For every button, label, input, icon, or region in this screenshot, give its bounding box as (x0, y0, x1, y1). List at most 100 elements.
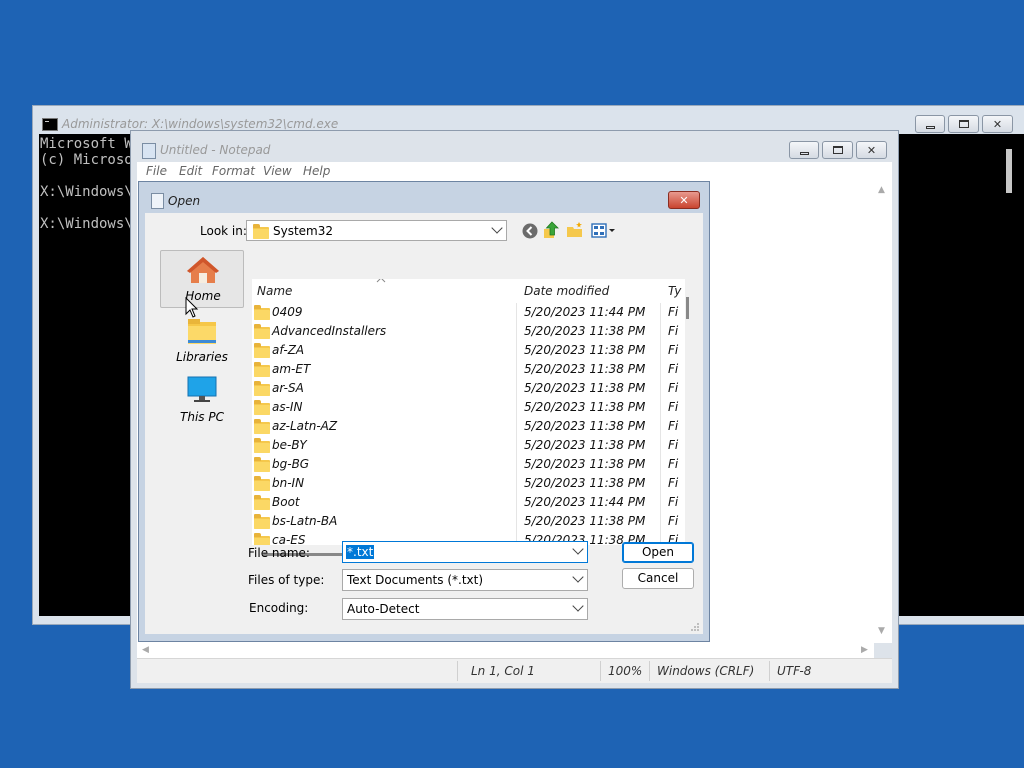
encoding-select[interactable]: Auto-Detect (342, 598, 588, 620)
place-this-pc-label: This PC (180, 410, 224, 424)
file-date-cell: 5/20/2023 11:38 PM (524, 457, 646, 471)
console-line: X:\Windows\S (40, 216, 142, 232)
look-in-combo[interactable]: System32 (246, 220, 507, 241)
file-list-row[interactable]: bs-Latn-BA 5/20/2023 11:38 PM Fi (252, 512, 685, 531)
file-date-cell: 5/20/2023 11:38 PM (524, 343, 646, 357)
new-folder-icon[interactable] (566, 221, 584, 239)
folder-icon (254, 324, 270, 339)
file-list-row[interactable]: Boot 5/20/2023 11:44 PM Fi (252, 493, 685, 512)
menu-file[interactable]: File (146, 164, 167, 178)
cmd-scrollbar-thumb[interactable] (1006, 149, 1012, 193)
file-list-row[interactable]: bn-IN 5/20/2023 11:38 PM Fi (252, 474, 685, 493)
file-type-select[interactable]: Text Documents (*.txt) (342, 569, 588, 591)
file-name-cell: be-BY (272, 438, 307, 452)
file-list-row[interactable]: ar-SA 5/20/2023 11:38 PM Fi (252, 379, 685, 398)
place-home-label: Home (185, 289, 221, 303)
file-type-cell: Fi (668, 495, 679, 509)
file-name-cell: bs-Latn-BA (272, 514, 338, 528)
notepad-minimize-button[interactable] (789, 141, 819, 159)
close-icon: ✕ (679, 193, 689, 207)
cancel-button[interactable]: Cancel (622, 568, 694, 589)
cmd-close-button[interactable]: ✕ (982, 115, 1013, 133)
column-date-modified[interactable]: Date modified (524, 284, 609, 298)
file-type-cell: Fi (668, 419, 679, 433)
menu-view[interactable]: View (263, 164, 292, 178)
file-name-cell: bn-IN (272, 476, 305, 490)
file-list[interactable]: Name Date modified Ty 0409 5/20/2023 11:4… (252, 279, 685, 545)
look-in-label: Look in: (200, 224, 247, 238)
file-list-row[interactable]: az-Latn-AZ 5/20/2023 11:38 PM Fi (252, 417, 685, 436)
file-name-cell: AdvancedInstallers (272, 324, 387, 338)
file-type-cell: Fi (668, 343, 679, 357)
file-name-input[interactable]: *.txt (342, 541, 588, 563)
cmd-maximize-button[interactable] (948, 115, 979, 133)
menu-help[interactable]: Help (303, 164, 330, 178)
chevron-down-icon (572, 571, 584, 583)
file-type-cell: Fi (668, 381, 679, 395)
mouse-cursor-icon (185, 297, 199, 318)
scroll-right-icon[interactable]: ▶ (861, 645, 868, 655)
close-icon: ✕ (866, 143, 877, 157)
notepad-maximize-button[interactable] (822, 141, 853, 159)
place-this-pc[interactable]: This PC (160, 375, 244, 425)
file-type-cell: Fi (668, 476, 679, 490)
file-name-value: *.txt (346, 545, 375, 559)
folder-icon (254, 305, 270, 320)
scroll-down-icon[interactable]: ▼ (878, 626, 885, 636)
cmd-minimize-button[interactable] (915, 115, 945, 133)
file-name-cell: 0409 (272, 305, 303, 319)
folder-icon (254, 362, 270, 377)
encoding-value: Auto-Detect (347, 602, 420, 616)
file-type-cell: Fi (668, 305, 679, 319)
close-icon: ✕ (992, 117, 1003, 131)
file-type-cell: Fi (668, 362, 679, 376)
file-list-row[interactable]: as-IN 5/20/2023 11:38 PM Fi (252, 398, 685, 417)
scroll-left-icon[interactable]: ◀ (142, 645, 149, 655)
column-name[interactable]: Name (257, 284, 292, 298)
back-icon[interactable] (521, 222, 539, 240)
open-dialog: Open ✕ Look in: System32 Home Libraries … (138, 181, 710, 642)
up-folder-icon[interactable] (543, 221, 561, 239)
file-name-cell: am-ET (272, 362, 311, 376)
file-date-cell: 5/20/2023 11:44 PM (524, 305, 646, 319)
home-icon (187, 257, 219, 283)
file-list-row[interactable]: AdvancedInstallers 5/20/2023 11:38 PM Fi (252, 322, 685, 341)
file-list-row[interactable]: af-ZA 5/20/2023 11:38 PM Fi (252, 341, 685, 360)
view-menu-icon[interactable] (591, 222, 617, 240)
folder-icon (254, 533, 270, 545)
place-home[interactable]: Home (160, 250, 244, 308)
file-type-cell: Fi (668, 438, 679, 452)
file-type-cell: Fi (668, 457, 679, 471)
file-date-cell: 5/20/2023 11:38 PM (524, 419, 646, 433)
notepad-horizontal-scrollbar[interactable]: ◀ ▶ (137, 643, 874, 658)
menu-format[interactable]: Format (212, 164, 255, 178)
computer-icon (187, 376, 217, 402)
cmd-title: Administrator: X:\windows\system32\cmd.e… (62, 117, 339, 131)
dialog-close-button[interactable]: ✕ (668, 191, 700, 209)
file-list-row[interactable]: bg-BG 5/20/2023 11:38 PM Fi (252, 455, 685, 474)
open-button[interactable]: Open (622, 542, 694, 563)
file-name-cell: as-IN (272, 400, 303, 414)
menu-edit[interactable]: Edit (179, 164, 202, 178)
scroll-up-icon[interactable]: ▲ (878, 185, 885, 195)
place-libraries[interactable]: Libraries (160, 316, 244, 366)
chevron-down-icon[interactable] (572, 543, 584, 555)
folder-icon (254, 400, 270, 415)
status-encoding: UTF-8 (777, 664, 812, 678)
file-type-cell: Fi (668, 514, 679, 528)
file-name-cell: ca-ES (272, 533, 306, 545)
folder-icon (254, 514, 270, 529)
notepad-vertical-scrollbar[interactable]: ▲ ▼ (874, 182, 892, 643)
notepad-close-button[interactable]: ✕ (856, 141, 887, 159)
resize-grip-icon[interactable] (690, 622, 700, 632)
file-list-row[interactable]: be-BY 5/20/2023 11:38 PM Fi (252, 436, 685, 455)
cmd-scrollbar[interactable] (1000, 134, 1024, 616)
dialog-body: Look in: System32 Home Libraries This PC… (145, 213, 703, 634)
file-list-vertical-scroll-thumb[interactable] (686, 297, 689, 319)
folder-icon (254, 495, 270, 510)
column-type[interactable]: Ty (668, 284, 681, 298)
file-list-row[interactable]: am-ET 5/20/2023 11:38 PM Fi (252, 360, 685, 379)
console-line: (c) Microsof (40, 152, 142, 168)
file-list-row[interactable]: 0409 5/20/2023 11:44 PM Fi (252, 303, 685, 322)
place-libraries-label: Libraries (176, 350, 228, 364)
